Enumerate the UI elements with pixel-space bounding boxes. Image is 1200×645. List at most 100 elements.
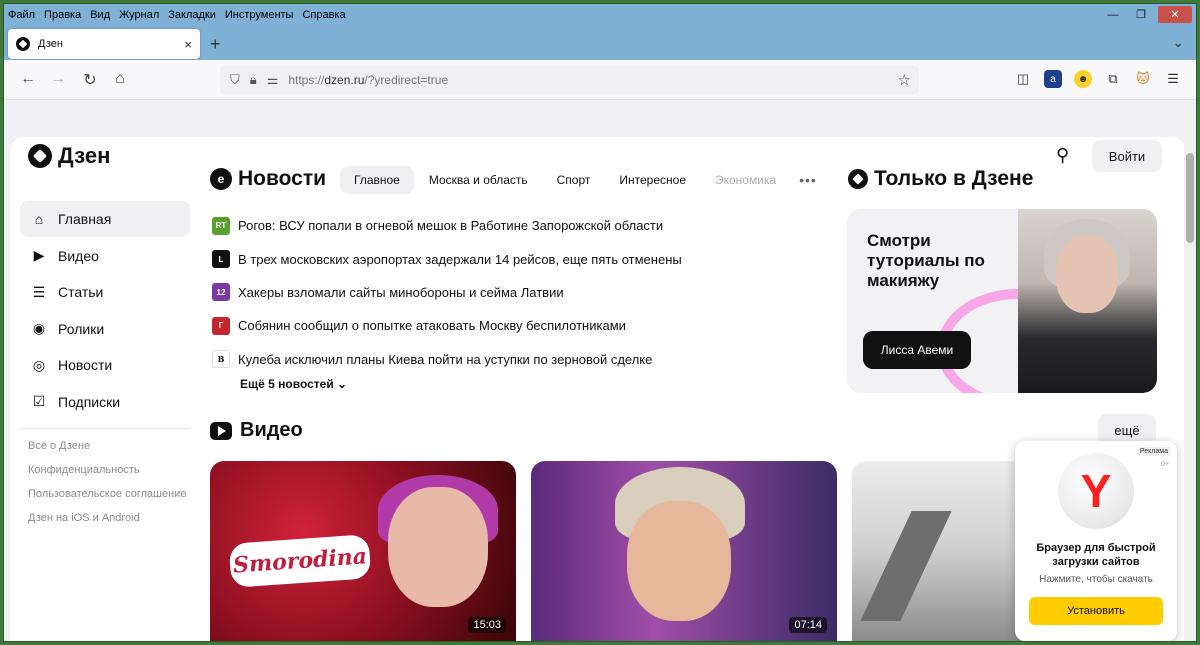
ad-subtitle: Нажмите, чтобы скачать: [1039, 574, 1153, 585]
shield-icon[interactable]: ⛉: [230, 72, 240, 88]
more-tabs-icon[interactable]: •••: [799, 172, 817, 188]
footer-link-terms[interactable]: Пользовательское соглашение: [20, 487, 190, 501]
menu-tools[interactable]: Инструменты: [225, 9, 294, 21]
more-news-button[interactable]: Ещё 5 новостей ⌄: [240, 377, 347, 391]
sidebar-item-articles[interactable]: ☰ Статьи: [20, 274, 190, 310]
smorodina-brand-text: Smorodina: [228, 534, 372, 588]
sidebar-item-video[interactable]: ▶ Видео: [20, 238, 190, 274]
news-icon: ◎: [32, 356, 46, 373]
news-tabs: Главное Москва и область Спорт Интересно…: [340, 166, 817, 194]
menu-edit[interactable]: Правка: [44, 9, 81, 21]
tab-dzen[interactable]: Дзен ×: [8, 29, 200, 59]
video-title: Видео: [240, 419, 303, 441]
menu-file[interactable]: Файл: [8, 9, 35, 21]
menu-history[interactable]: Журнал: [119, 9, 159, 21]
sidebar-item-label: Видео: [58, 247, 99, 264]
news-headline[interactable]: В трех московских аэропортах задержали 1…: [238, 252, 682, 267]
footer-link-privacy[interactable]: Конфиденциальность: [20, 463, 190, 477]
scrollbar-thumb[interactable]: [1186, 153, 1194, 243]
news-headline[interactable]: Собянин сообщил о попытке атаковать Моск…: [238, 318, 626, 333]
close-window-button[interactable]: ✕: [1158, 6, 1192, 23]
sidebar-divider: [20, 427, 190, 429]
menu-bookmarks[interactable]: Закладки: [168, 9, 216, 21]
sidebar-item-label: Главная: [58, 211, 112, 227]
menu-help[interactable]: Справка: [302, 9, 345, 21]
source-rt-icon: RT: [212, 216, 230, 235]
subscriptions-icon: ☑: [32, 393, 46, 410]
vertical-scrollbar[interactable]: [1184, 101, 1196, 641]
tab-economy[interactable]: Экономика: [701, 166, 790, 194]
dzen-logo[interactable]: Дзен: [28, 143, 110, 169]
minimize-button[interactable]: —: [1102, 6, 1124, 23]
clips-icon: ◉: [32, 320, 46, 337]
news-headline[interactable]: Хакеры взломали сайты минобороны и сейма…: [238, 285, 564, 300]
thumbnail-face: [627, 501, 731, 621]
bookmark-star-icon[interactable]: ☆: [898, 71, 911, 89]
list-item[interactable]: Г Собянин сообщил о попытке атаковать Мо…: [212, 309, 832, 342]
footer-link-about[interactable]: Всё о Дзене: [20, 439, 190, 453]
sidebar-item-label: Ролики: [58, 320, 105, 337]
ad-headline: Браузер для быстрой загрузки сайтов: [1036, 542, 1156, 568]
home-icon: ⌂: [34, 211, 44, 227]
window-controls: — ❐ ✕: [1102, 6, 1192, 23]
sidebar-item-home[interactable]: ⌂ Главная: [20, 201, 190, 237]
video-icon: [210, 421, 232, 440]
promo-card[interactable]: Смотри туториалы по макияжу Лисса Авеми: [847, 209, 1157, 393]
footer-link-apps[interactable]: Дзен на iOS и Android: [20, 511, 190, 525]
news-header[interactable]: e Новости: [210, 167, 326, 191]
yandex-browser-logo-icon: Y: [1058, 453, 1134, 529]
news-headline[interactable]: Рогов: ВСУ попали в огневой мешок в Рабо…: [238, 218, 663, 233]
emoji-extension-icon[interactable]: ☻: [1074, 70, 1092, 88]
yandex-browser-ad[interactable]: Реклама 0+ Y Браузер для быстрой загрузк…: [1015, 441, 1177, 641]
url-text[interactable]: https://dzen.ru/?yredirect=true: [288, 73, 448, 87]
tab-moscow[interactable]: Москва и область: [415, 166, 542, 194]
list-tabs-chevron-icon[interactable]: ⌄: [1172, 34, 1184, 51]
video-card[interactable]: [852, 461, 1022, 641]
forward-arrow-icon[interactable]: →: [48, 70, 68, 88]
age-rating: 0+: [1161, 461, 1169, 468]
new-tab-button[interactable]: +: [210, 34, 221, 55]
login-button[interactable]: Войти: [1092, 140, 1162, 172]
thumbnail-face: [388, 487, 488, 607]
sidebar-item-label: Статьи: [58, 284, 104, 301]
lock-icon[interactable]: 🔒︎: [250, 72, 257, 88]
permissions-icon[interactable]: ⚌: [267, 72, 279, 88]
tab-interesting[interactable]: Интересное: [605, 166, 700, 194]
restore-button[interactable]: ❐: [1130, 6, 1152, 23]
articles-icon: ☰: [32, 283, 46, 300]
video-header[interactable]: Видео: [210, 419, 303, 442]
page-viewport: Дзен ⚲ Войти ⌂ Главная ▶ Видео ☰ Статьи: [4, 101, 1186, 641]
cat-extension-icon[interactable]: 🐱︎: [1134, 70, 1152, 88]
list-item[interactable]: RT Рогов: ВСУ попали в огневой мешок в Р…: [212, 209, 832, 242]
search-icon[interactable]: ⚲: [1056, 145, 1069, 166]
list-item[interactable]: 12 Хакеры взломали сайты минобороны и се…: [212, 276, 832, 309]
news-logo-icon: e: [210, 168, 232, 190]
browser-window: Файл Правка Вид Журнал Закладки Инструме…: [3, 3, 1197, 642]
dzen-page: Дзен ⚲ Войти ⌂ Главная ▶ Видео ☰ Статьи: [10, 137, 1186, 641]
list-item[interactable]: L В трех московских аэропортах задержали…: [212, 242, 832, 275]
back-arrow-icon[interactable]: ←: [18, 70, 38, 88]
extensions-puzzle-icon[interactable]: ⧉: [1104, 70, 1122, 88]
close-tab-icon[interactable]: ×: [184, 37, 192, 52]
home-button-icon[interactable]: ⌂: [110, 70, 130, 88]
only-in-dzen-header: Только в Дзене: [848, 167, 1033, 191]
tab-main[interactable]: Главное: [340, 166, 414, 194]
hamburger-menu-icon[interactable]: ☰: [1164, 70, 1182, 88]
sidebar-item-clips[interactable]: ◉ Ролики: [20, 311, 190, 347]
address-bar[interactable]: ⛉ 🔒︎ ⚌ https://dzen.ru/?yredirect=true ☆: [220, 66, 919, 94]
video-card[interactable]: 07:14: [531, 461, 837, 641]
sidebar-item-news[interactable]: ◎ Новости: [20, 347, 190, 383]
list-item[interactable]: В Кулеба исключил планы Киева пойти на у…: [212, 343, 832, 376]
pocket-icon[interactable]: ◫: [1014, 70, 1032, 88]
reload-icon[interactable]: ↻: [80, 70, 100, 90]
promo-author-pill[interactable]: Лисса Авеми: [863, 331, 971, 369]
news-headline[interactable]: Кулеба исключил планы Киева пойти на уст…: [238, 352, 652, 367]
video-card[interactable]: Smorodina 15:03: [210, 461, 516, 641]
navigation-bar: ← → ↻ ⌂ ⛉ 🔒︎ ⚌ https://dzen.ru/?yredirec…: [4, 60, 1196, 100]
install-button[interactable]: Установить: [1029, 597, 1163, 625]
translate-extension-icon[interactable]: a: [1044, 70, 1062, 88]
sidebar-item-subscriptions[interactable]: ☑ Подписки: [20, 384, 190, 420]
menu-view[interactable]: Вид: [90, 9, 110, 21]
tab-sport[interactable]: Спорт: [543, 166, 605, 194]
source-12-icon: 12: [212, 283, 230, 302]
